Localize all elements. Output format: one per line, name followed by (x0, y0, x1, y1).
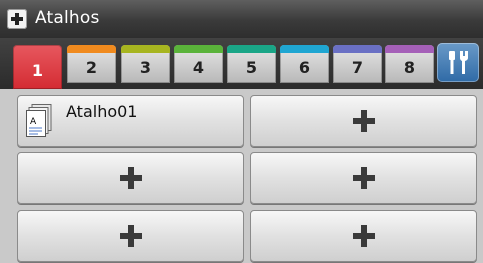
plus-icon (119, 167, 142, 189)
add-shortcut-button[interactable] (250, 95, 477, 147)
tab-color-strip (174, 45, 223, 53)
tab-color-strip (227, 45, 276, 53)
add-shortcut-button[interactable] (17, 152, 244, 204)
page-title: Atalhos (35, 8, 100, 28)
tab-label: 4 (192, 58, 205, 77)
add-shortcut-button[interactable] (17, 210, 244, 262)
svg-text:A: A (30, 117, 37, 127)
shortcut-label: Atalho01 (66, 102, 138, 121)
tab-5[interactable]: 5 (227, 45, 276, 83)
tab-label: 2 (85, 58, 98, 77)
shortcut-grid: A Atalho01 (0, 89, 483, 263)
tab-4[interactable]: 4 (174, 45, 223, 83)
tab-label: 3 (139, 58, 152, 77)
plus-icon (352, 167, 375, 189)
tab-2[interactable]: 2 (67, 45, 116, 83)
tab-color-strip (67, 45, 116, 53)
tab-color-strip (121, 45, 170, 53)
settings-button[interactable] (437, 43, 479, 82)
title-bar: Atalhos (0, 0, 483, 38)
tools-icon (449, 51, 468, 74)
tab-label: 1 (31, 61, 44, 80)
tab-6[interactable]: 6 (280, 45, 329, 83)
add-shortcut-button[interactable] (250, 152, 477, 204)
tab-color-strip (333, 45, 382, 53)
add-shortcut-button[interactable] (250, 210, 477, 262)
tab-color-strip (385, 45, 434, 53)
tab-1[interactable]: 1 (13, 45, 62, 89)
add-shortcut-icon (7, 9, 27, 29)
plus-icon (119, 225, 142, 247)
tab-8[interactable]: 8 (385, 45, 434, 83)
tab-bar: 1 2 3 4 5 6 7 8 (0, 38, 483, 89)
tab-label: 7 (351, 58, 364, 77)
shortcut-button-atalho01[interactable]: A Atalho01 (17, 95, 244, 147)
tab-label: 5 (245, 58, 258, 77)
plus-icon (352, 110, 375, 132)
tab-label: 6 (298, 58, 311, 77)
tab-7[interactable]: 7 (333, 45, 382, 83)
tab-3[interactable]: 3 (121, 45, 170, 83)
plus-icon (352, 225, 375, 247)
tab-color-strip (280, 45, 329, 53)
tab-label: 8 (403, 58, 416, 77)
document-icon: A (26, 104, 52, 137)
